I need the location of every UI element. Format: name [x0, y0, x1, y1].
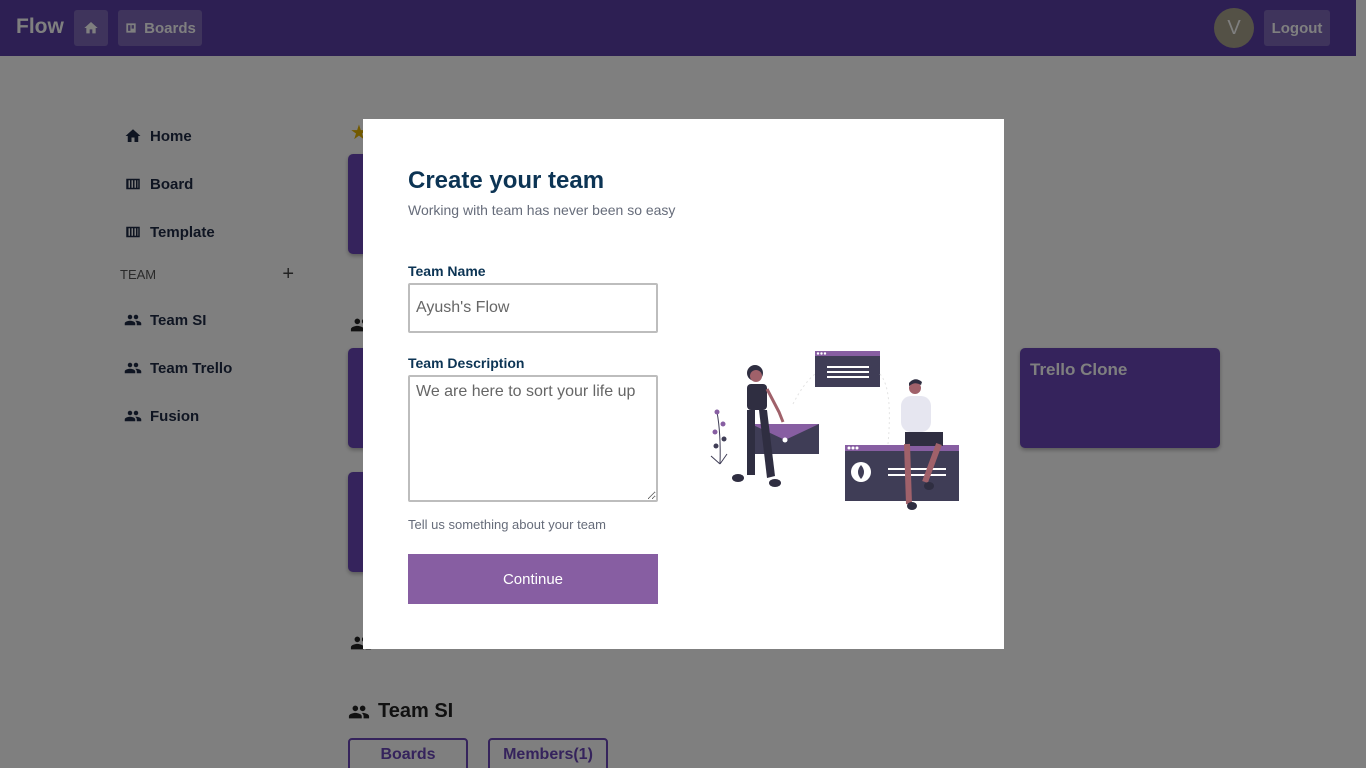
- team-description-input[interactable]: [408, 375, 658, 502]
- team-name-label: Team Name: [408, 263, 486, 279]
- create-team-modal: Create your team Working with team has n…: [363, 119, 1004, 649]
- description-hint: Tell us something about your team: [408, 517, 606, 532]
- team-description-label: Team Description: [408, 355, 525, 371]
- team-name-input[interactable]: [408, 283, 658, 333]
- modal-title: Create your team: [408, 167, 605, 194]
- team-illustration: [710, 351, 959, 510]
- continue-button[interactable]: Continue: [408, 554, 658, 604]
- modal-subtitle: Working with team has never been so easy: [408, 202, 676, 218]
